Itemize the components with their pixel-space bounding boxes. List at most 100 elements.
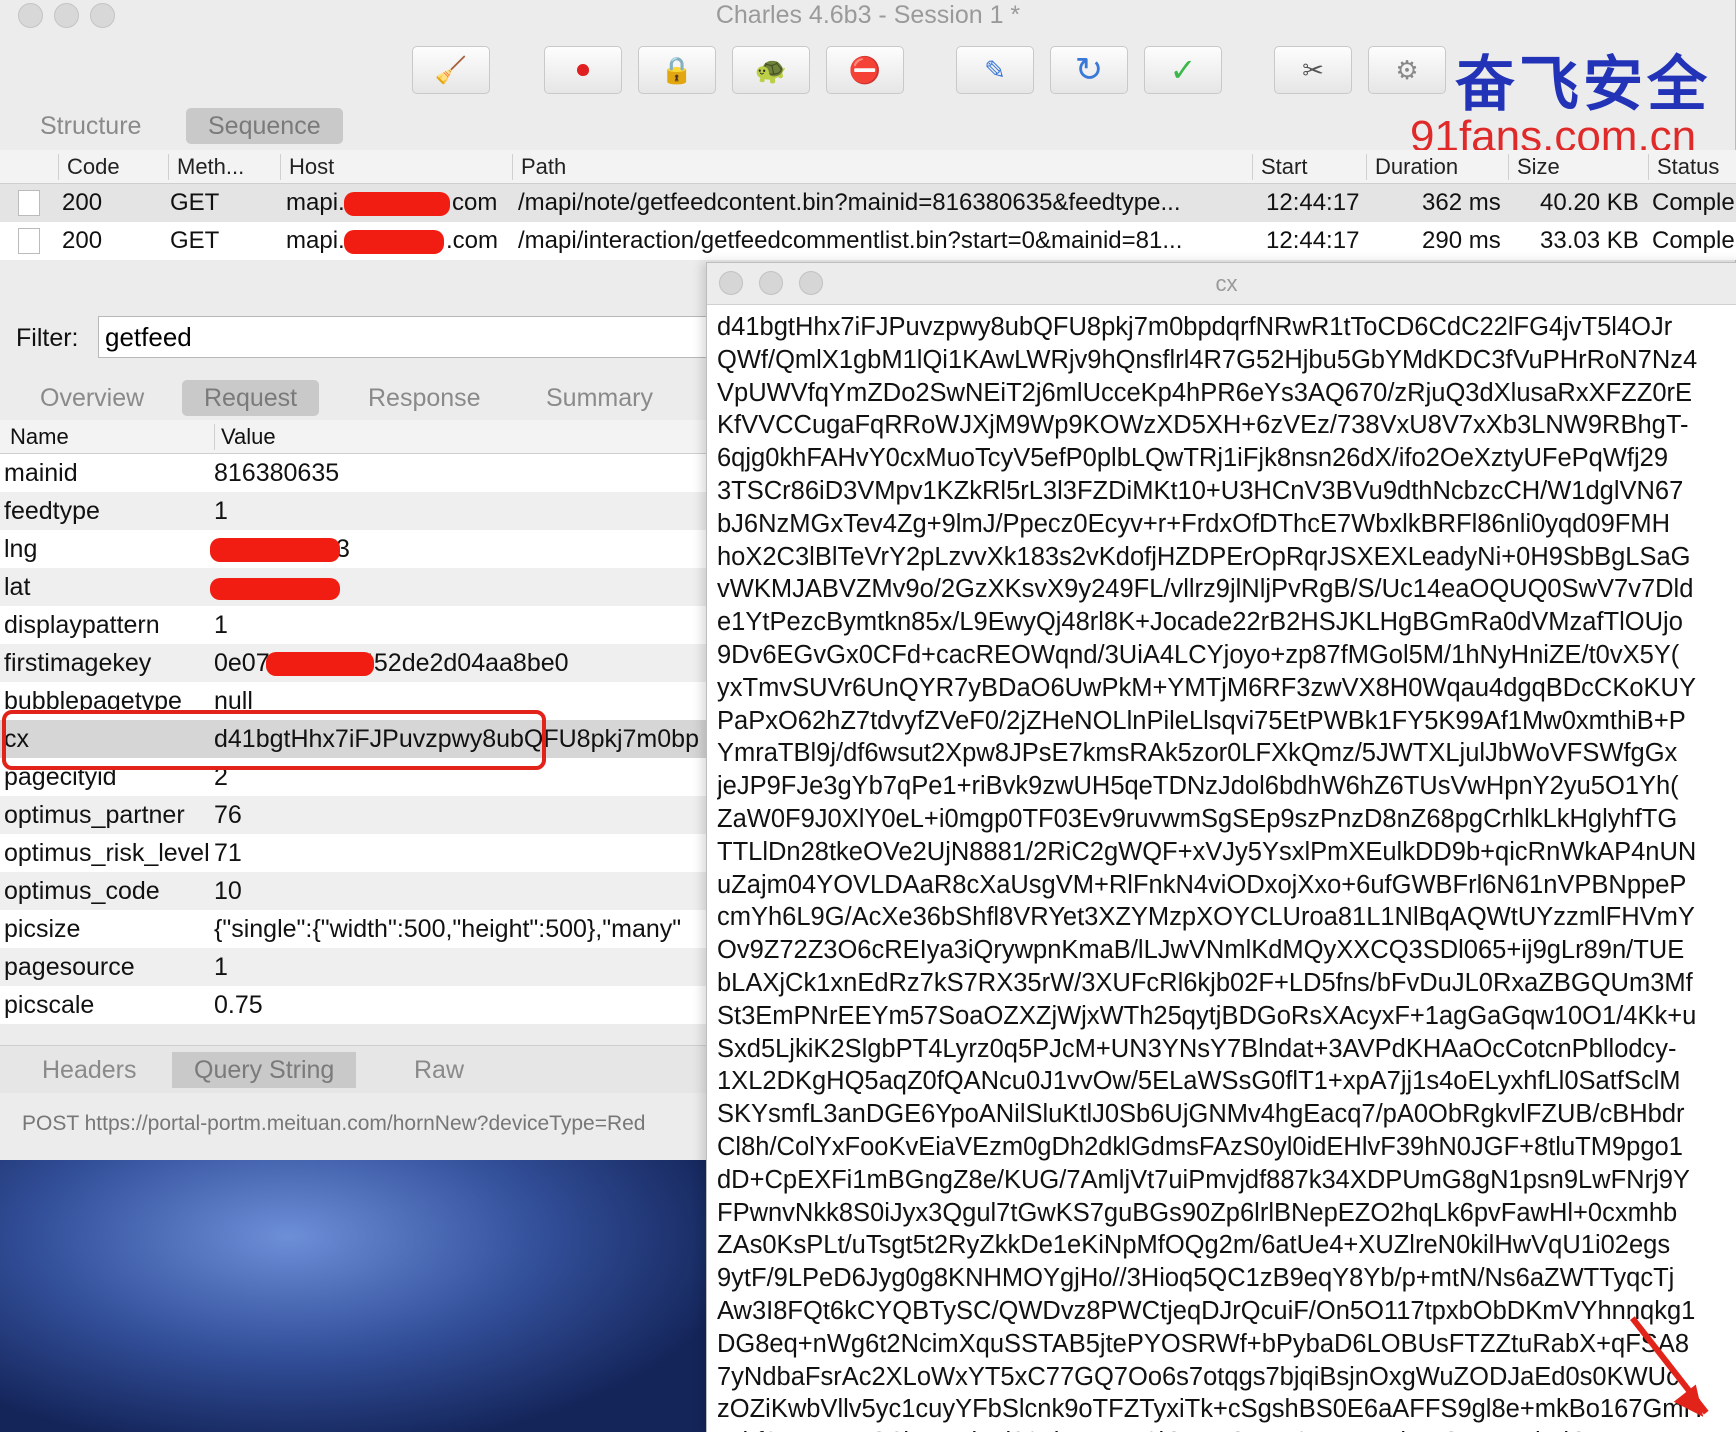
record-button[interactable]: ⏺ xyxy=(544,46,622,94)
cx-text-line: 9ytF/9LPeD6Jyg0g8KNHMOYgjHo//3Hioq5QC1zB… xyxy=(717,1264,1675,1293)
param-row[interactable]: picsize {"single":{"width":500,"height":5… xyxy=(0,910,720,948)
cx-text-line: bLAXjCk1xnEdRz7kS7RX35rW/3XUFcRl6kjb02F+… xyxy=(717,968,1693,997)
window-title: Charles 4.6b3 - Session 1 * xyxy=(715,1,1021,29)
cx-text-line: e1YtPezcBymtkn85x/L9EwyQj48rl8K+Jocade22… xyxy=(717,608,1683,637)
param-row[interactable]: feedtype 1 xyxy=(0,492,720,530)
filter-input[interactable] xyxy=(98,316,718,358)
column-name[interactable]: Name xyxy=(10,424,69,450)
param-row[interactable]: optimus_partner 76 xyxy=(0,796,720,834)
tab-summary[interactable]: Summary xyxy=(524,380,675,416)
cx-text-line: cmYh6L9G/AcXe36bShfl8VRYet3XZYMzpXOYCLUr… xyxy=(717,903,1695,932)
throttle-button[interactable]: 🐢 xyxy=(732,46,810,94)
repeat-button[interactable]: ↻ xyxy=(1050,46,1128,94)
column-path[interactable]: Path xyxy=(512,154,566,180)
record-icon: ⏺ xyxy=(576,54,590,84)
params-header: Name Value xyxy=(0,420,720,454)
tab-request[interactable]: Request xyxy=(182,380,320,416)
tools-button[interactable]: ✂ xyxy=(1274,46,1352,94)
watermark-brand: 奋飞安全 xyxy=(1455,50,1711,120)
tab-headers[interactable]: Headers xyxy=(20,1052,159,1088)
cx-text-line: 9Dv6EGvGx0CFd+cacREOWqnd/3UiA4LCYjoyo+zp… xyxy=(717,640,1680,669)
check-icon: ✓ xyxy=(1169,52,1197,88)
status-bar: POST https://portal-portm.meituan.com/ho… xyxy=(22,1112,646,1135)
table-row[interactable]: 200 GET mapi. com /mapi/note/getfeedcont… xyxy=(0,184,1736,222)
cx-window-title: cx xyxy=(1215,271,1238,296)
column-start[interactable]: Start xyxy=(1252,154,1307,180)
table-row[interactable]: 200 GET mapi. .com /mapi/interaction/get… xyxy=(0,222,1736,260)
tab-raw[interactable]: Raw xyxy=(392,1052,486,1088)
param-row[interactable]: pagesource 1 xyxy=(0,948,720,986)
tab-sequence[interactable]: Sequence xyxy=(186,108,343,144)
column-value[interactable]: Value xyxy=(214,424,276,450)
clear-session-button[interactable]: 🧹 xyxy=(412,46,490,94)
lock-icon: 🔒 xyxy=(660,54,694,85)
cx-text-line: Aw3I8FQt6kCYQBTySC/QWDvz8PWCtjeqDJrQcuiF… xyxy=(717,1296,1696,1325)
cx-text-line: 3TSCr86iD3VMpv1KZkRl5rL3l3FZDiMKt10+U3HC… xyxy=(717,476,1684,505)
column-code[interactable]: Code xyxy=(58,154,120,180)
cx-title-bar: cx xyxy=(707,263,1736,305)
param-row[interactable]: picscale 0.75 xyxy=(0,986,720,1024)
param-row[interactable]: optimus_code 10 xyxy=(0,872,720,910)
param-row[interactable]: lng 3 xyxy=(0,530,720,568)
redaction-mark xyxy=(344,230,444,254)
column-duration[interactable]: Duration xyxy=(1366,154,1458,180)
request-list: Code Meth... Host Path Start Duration Si… xyxy=(0,150,1736,260)
document-icon xyxy=(18,190,40,216)
param-row[interactable]: lat xyxy=(0,568,720,606)
cx-text-line: sybf87+MvqnO6bE71dgul03uj1wDcM8lOvJRGrME… xyxy=(717,1426,1736,1432)
cx-text-line: VpUWVfqYmZDo2SwNEiT2j6mlUcceKp4hPR6eYs3A… xyxy=(717,378,1693,407)
cx-text-line: DG8eq+nWg6t2NcimXquSSTAB5jtePYOSRWf+bPyb… xyxy=(717,1329,1690,1358)
cx-text-line: QWf/QmlX1gbM1lQi1KAwLWRjv9hQnsflrl4R7G52… xyxy=(717,345,1698,374)
cx-text-line: dD+CpEXFi1mBGngZ8e/KUG/7AmljVt7uiPmvjdf8… xyxy=(717,1165,1690,1194)
cx-text-line: ZaW0F9J0XlY0eL+i0mgp0TF03Ev9ruvwmSgSEp9s… xyxy=(717,804,1678,833)
param-row[interactable]: optimus_risk_level 71 xyxy=(0,834,720,872)
settings-button[interactable]: ⚙ xyxy=(1368,46,1446,94)
cx-text-line: YmraTBl9j/df6wsut2Xpw8JPsE7kmsRAk5zor0LF… xyxy=(717,739,1678,768)
cx-text-line: 1XL2DKgHQ5aqZ0fQANcu0J1vvOw/5ELaWSsG0flT… xyxy=(717,1067,1681,1096)
breakpoints-button[interactable]: ⛔ xyxy=(826,46,904,94)
redaction-mark xyxy=(210,578,340,600)
redaction-mark xyxy=(210,538,340,562)
cx-text-line: d41bgtHhx7iFJPuvzpwy8ubQFU8pkj7m0bpdqrfN… xyxy=(717,313,1673,341)
gear-icon: ⚙ xyxy=(1395,54,1419,85)
refresh-icon: ↻ xyxy=(1074,51,1104,89)
mountain-scenery xyxy=(0,1150,720,1432)
cx-text-line: bJ6NzMGxTev4Zg+9lmJ/Ppecz0Ecyv+r+FrdxOfD… xyxy=(717,509,1671,538)
filter-label: Filter: xyxy=(16,324,79,352)
tab-response[interactable]: Response xyxy=(346,380,503,416)
column-status[interactable]: Status xyxy=(1648,154,1719,180)
compose-button[interactable]: ✎ xyxy=(956,46,1034,94)
param-row[interactable]: mainid 816380635 xyxy=(0,454,720,492)
cx-text-line: TTLlDn28tkeOVe2UjN8881/2RiC2gWQF+xVJy5Ys… xyxy=(717,837,1697,866)
validate-button[interactable]: ✓ xyxy=(1144,46,1222,94)
cx-text-line: zOZiKwbVllv5yc1cuyYFbSlcnk9oTFZTyxiTk+cS… xyxy=(717,1395,1702,1424)
column-host[interactable]: Host xyxy=(280,154,334,180)
ssl-proxying-button[interactable]: 🔒 xyxy=(638,46,716,94)
cx-text-line: vWKMJABVZMv9o/2GzXKsvX9y249FL/vllrz9jlNl… xyxy=(717,575,1694,604)
cx-value-text[interactable]: d41bgtHhx7iFJPuvzpwy8ubQFU8pkj7m0bpdqrfN… xyxy=(717,311,1736,1432)
broom-icon: 🧹 xyxy=(434,54,468,85)
cx-text-line: Cl8h/ColYxFooKvEiaVEzm0gDh2dklGdmsFAzS0y… xyxy=(717,1132,1683,1161)
cx-text-line: uZajm04YOVLDAaR8cXaUsgVM+RlFnkN4viODxojX… xyxy=(717,870,1687,899)
cx-text-line: KfVVCCugaFqRRoWJXjM9Wp9KOWzXD5XH+6zVEz/7… xyxy=(717,411,1689,440)
column-method[interactable]: Meth... xyxy=(168,154,244,180)
cx-value-window: cx d41bgtHhx7iFJPuvzpwy8ubQFU8pkj7m0bpdq… xyxy=(706,262,1736,1432)
tab-structure[interactable]: Structure xyxy=(18,108,163,144)
param-row[interactable]: firstimagekey 0e07 56dd07452de2d04aa8be0 xyxy=(0,644,720,682)
column-size[interactable]: Size xyxy=(1508,154,1560,180)
tab-overview[interactable]: Overview xyxy=(18,380,166,416)
document-icon xyxy=(18,228,40,254)
cx-text-line: SKYsmfL3anDGE6YpoANilSluKtlJ0Sb6UjGNMv4h… xyxy=(717,1100,1685,1129)
breakpoint-icon: ⛔ xyxy=(848,54,882,85)
cx-text-line: Ov9Z72Z3O6cREIya3iQrywpnKmaB/lLJwVNmlKdM… xyxy=(717,936,1685,965)
cx-text-line: hoX2C3lBlTeVrY2pLzvvXk183s2vKdofjHZDPErO… xyxy=(717,542,1691,571)
cx-text-line: 7yNdbaFsrAc2XLoWxYT5xC77GQ7Oo6s7otqgs7bj… xyxy=(717,1362,1679,1391)
cx-text-line: St3EmPNrEEYm57SoaOZXZjWjxWTh25qytjBDGoRs… xyxy=(717,1001,1697,1030)
cx-text-line: jeJP9FJe3gYb7qPe1+riBvk9zwUH5qeTDNzJdol6… xyxy=(717,772,1679,801)
param-row[interactable]: displaypattern 1 xyxy=(0,606,720,644)
request-view-tabs: Headers Query String Raw xyxy=(0,1045,720,1093)
cx-text-line: yxTmvSUVr6UnQYR7yBDaO6UwPkM+YMTjM6RF3zwV… xyxy=(717,673,1696,702)
highlight-annotation xyxy=(2,710,546,770)
tab-query-string[interactable]: Query String xyxy=(172,1052,357,1088)
filter-bar: Filter: xyxy=(0,312,720,366)
